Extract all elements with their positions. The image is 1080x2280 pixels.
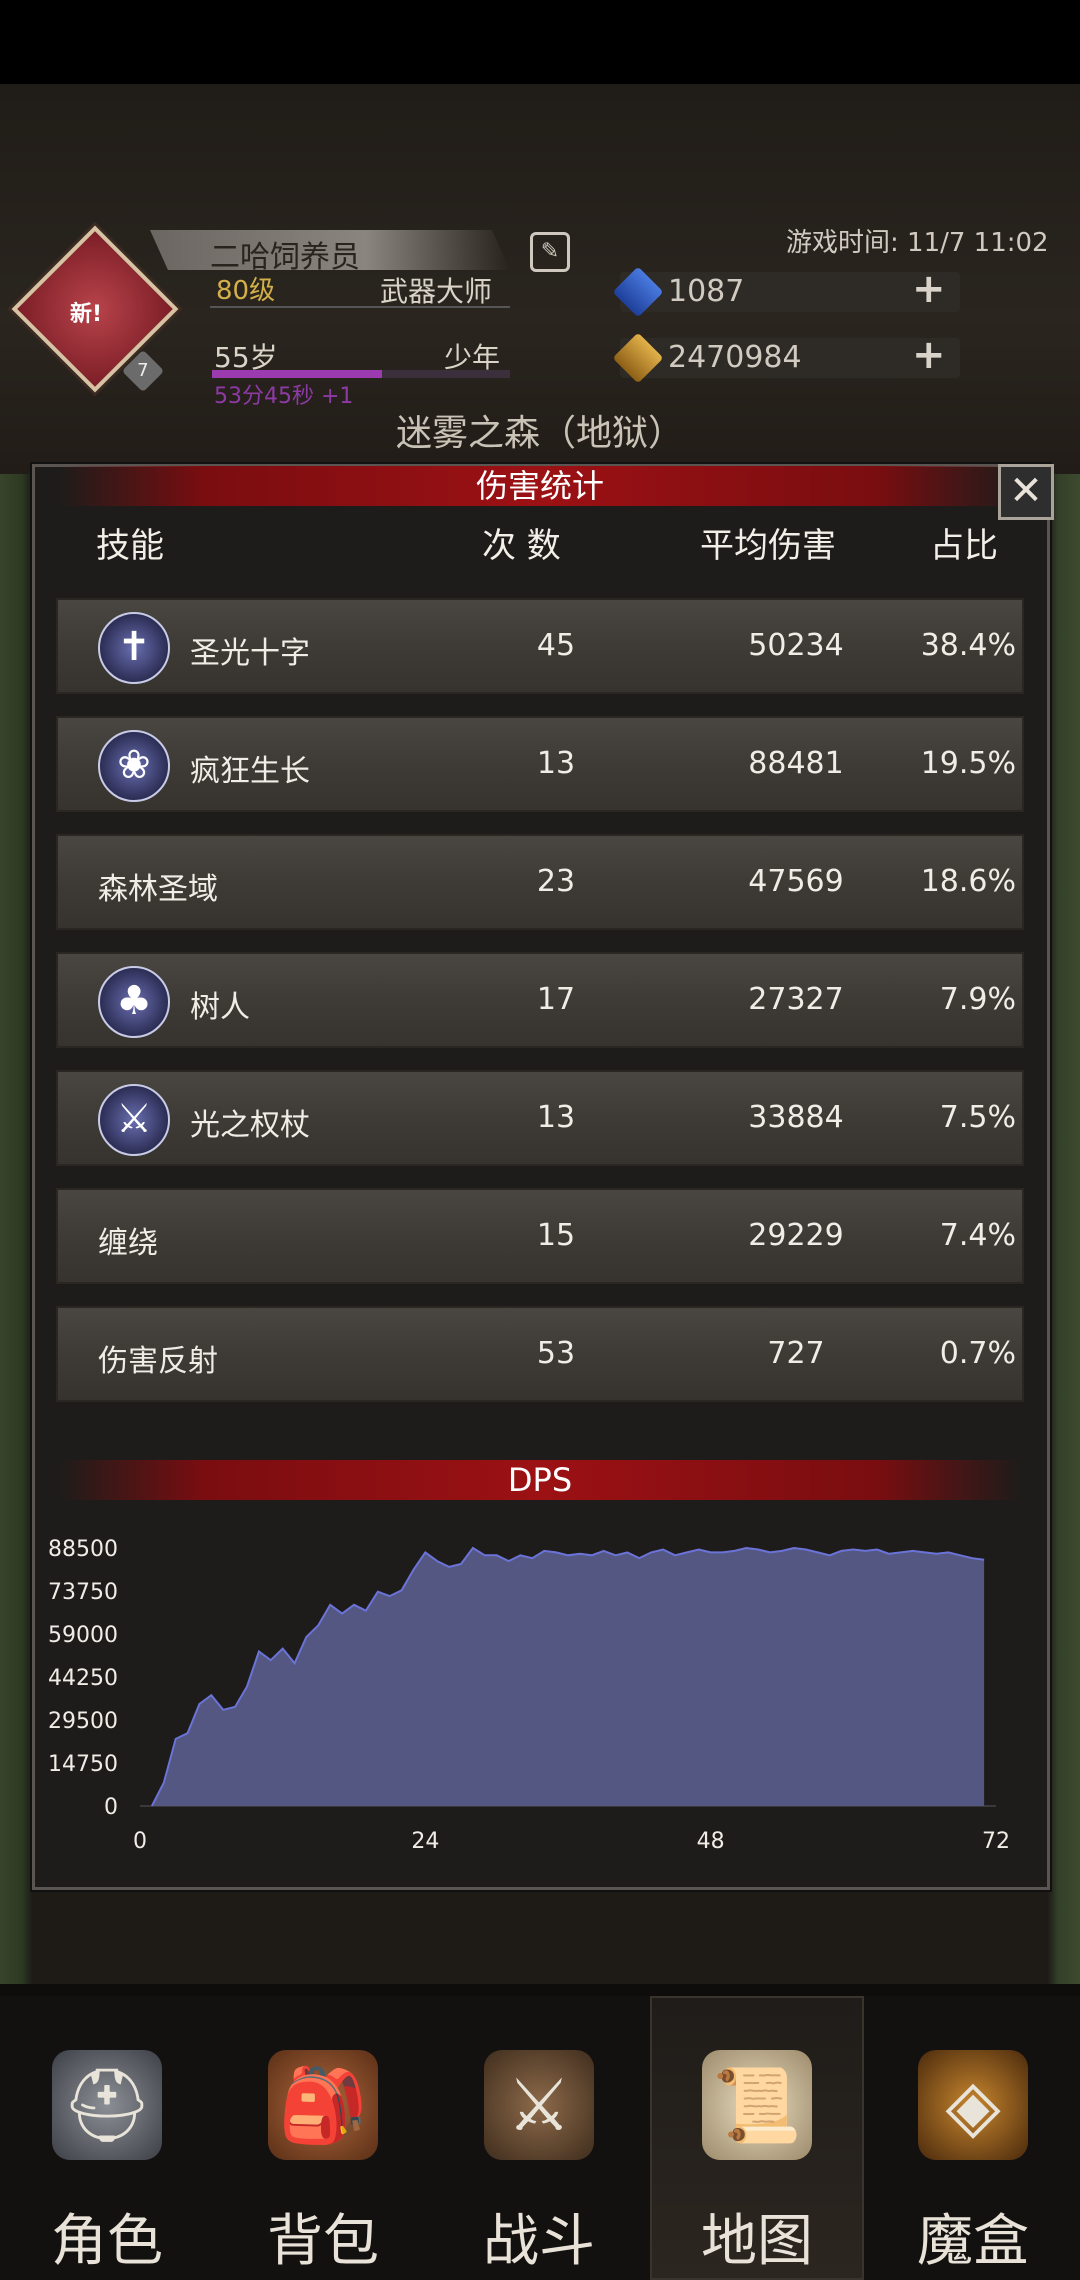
skill-name: 树人 [190, 990, 250, 1025]
dps-chart: 88500 73750 59000 44250 29500 14750 00 24 48 72 [48, 1537, 1010, 1854]
y-tick-label: 44250 [48, 1666, 118, 1691]
status-bar [0, 0, 1080, 84]
dps-chart-title: DPS [60, 1460, 1020, 1500]
nav-item-battle[interactable]: ⚔ 战斗 [432, 1996, 646, 2280]
skill-count: 53 [536, 1336, 576, 1371]
nav-label: 魔盒 [917, 2209, 1029, 2274]
skill-name: 圣光十字 [190, 636, 310, 671]
add-gems-button[interactable]: + [912, 266, 946, 312]
table-row: ⚔ 光之权杖 13 33884 7.5% [56, 1070, 1024, 1166]
skill-count: 15 [536, 1218, 576, 1253]
x-tick-label: 24 [411, 1829, 439, 1854]
backpack-icon: 🎒 [268, 2050, 378, 2160]
skill-count: 13 [536, 746, 576, 781]
skill-avg-damage: 33884 [748, 1100, 844, 1135]
gold-count: 2470984 [668, 340, 802, 375]
column-header-share: 占比 [930, 526, 998, 566]
nav-label: 战斗 [483, 2209, 595, 2274]
skill-avg-damage: 727 [767, 1336, 825, 1371]
age-progress-fill [212, 370, 382, 378]
column-header-skill: 技能 [96, 526, 164, 566]
skill-avg-damage: 29229 [748, 1218, 844, 1253]
holy-cross-icon: ✝ [98, 612, 170, 684]
nav-item-backpack[interactable]: 🎒 背包 [216, 1996, 430, 2280]
skill-share: 38.4% [920, 628, 1016, 663]
skill-count: 23 [536, 864, 576, 899]
nav-label: 背包 [267, 2209, 379, 2274]
skill-share: 7.4% [939, 1218, 1016, 1253]
game-time: 游戏时间: 11/7 11:02 [786, 228, 1049, 258]
light-scepter-icon: ⚔ [98, 1084, 170, 1156]
skill-share: 7.5% [939, 1100, 1016, 1135]
nav-label: 地图 [701, 2209, 813, 2274]
y-tick-label: 73750 [48, 1580, 118, 1605]
table-row: 缠绕 15 29229 7.4% [56, 1188, 1024, 1284]
x-tick-label: 72 [982, 1829, 1010, 1854]
x-tick-label: 48 [697, 1829, 725, 1854]
column-header-count: 次 数 [482, 526, 561, 566]
map-name: 迷雾之森（地狱） [395, 413, 684, 454]
close-button[interactable]: ✕ [998, 464, 1054, 520]
skill-share: 7.9% [939, 982, 1016, 1017]
skill-name: 伤害反射 [98, 1344, 218, 1379]
skill-count: 17 [536, 982, 576, 1017]
y-tick-label: 0 [104, 1795, 118, 1820]
nav-item-magic-box[interactable]: ◈ 魔盒 [866, 1996, 1080, 2280]
skill-avg-damage: 88481 [748, 746, 844, 781]
magic-box-icon: ◈ [918, 2050, 1028, 2160]
table-row: 伤害反射 53 727 0.7% [56, 1306, 1024, 1402]
y-tick-label: 88500 [48, 1537, 118, 1562]
emblem-new-badge: 新! [70, 302, 103, 327]
skill-share: 19.5% [920, 746, 1016, 781]
skill-count: 13 [536, 1100, 576, 1135]
x-tick-label: 0 [133, 1829, 147, 1854]
column-header-avg-damage: 平均伤害 [700, 526, 836, 566]
skill-name: 光之权杖 [190, 1108, 310, 1143]
skill-share: 0.7% [939, 1336, 1016, 1371]
table-row: ✝ 圣光十字 45 50234 38.4% [56, 598, 1024, 694]
treant-icon: ♣ [98, 966, 170, 1038]
skill-avg-damage: 27327 [748, 982, 844, 1017]
gem-count: 1087 [668, 274, 745, 309]
edit-icon[interactable]: ✎ [530, 232, 570, 272]
skill-name: 缠绕 [98, 1226, 158, 1261]
skill-avg-damage: 50234 [748, 628, 844, 663]
helmet-icon: ⛑ [52, 2050, 162, 2160]
wild-growth-icon: ❀ [98, 730, 170, 802]
skill-count: 45 [536, 628, 576, 663]
skill-name: 森林圣域 [98, 872, 218, 907]
scroll-map-icon: 📜 [702, 2050, 812, 2160]
dialog-title: 伤害统计 [60, 466, 1020, 506]
y-tick-label: 14750 [48, 1752, 118, 1777]
skill-name: 疯狂生长 [190, 754, 310, 789]
y-tick-label: 59000 [48, 1623, 118, 1648]
nav-item-character[interactable]: ⛑ 角色 [0, 1996, 214, 2280]
table-row: ♣ 树人 17 27327 7.9% [56, 952, 1024, 1048]
player-level: 80级 [216, 276, 276, 306]
skill-avg-damage: 47569 [748, 864, 844, 899]
y-tick-label: 29500 [48, 1709, 118, 1734]
table-row: ❀ 疯狂生长 13 88481 19.5% [56, 716, 1024, 812]
sword-shield-icon: ⚔ [484, 2050, 594, 2160]
player-title: 武器大师 [380, 275, 493, 308]
divider [210, 306, 510, 308]
dps-area-series [151, 1548, 985, 1806]
nav-divider [0, 1984, 1080, 1996]
skill-share: 18.6% [920, 864, 1016, 899]
nav-item-map[interactable]: 📜 地图 [650, 1996, 864, 2280]
table-row: 森林圣域 23 47569 18.6% [56, 834, 1024, 930]
add-gold-button[interactable]: + [912, 332, 946, 378]
nav-label: 角色 [51, 2209, 163, 2274]
